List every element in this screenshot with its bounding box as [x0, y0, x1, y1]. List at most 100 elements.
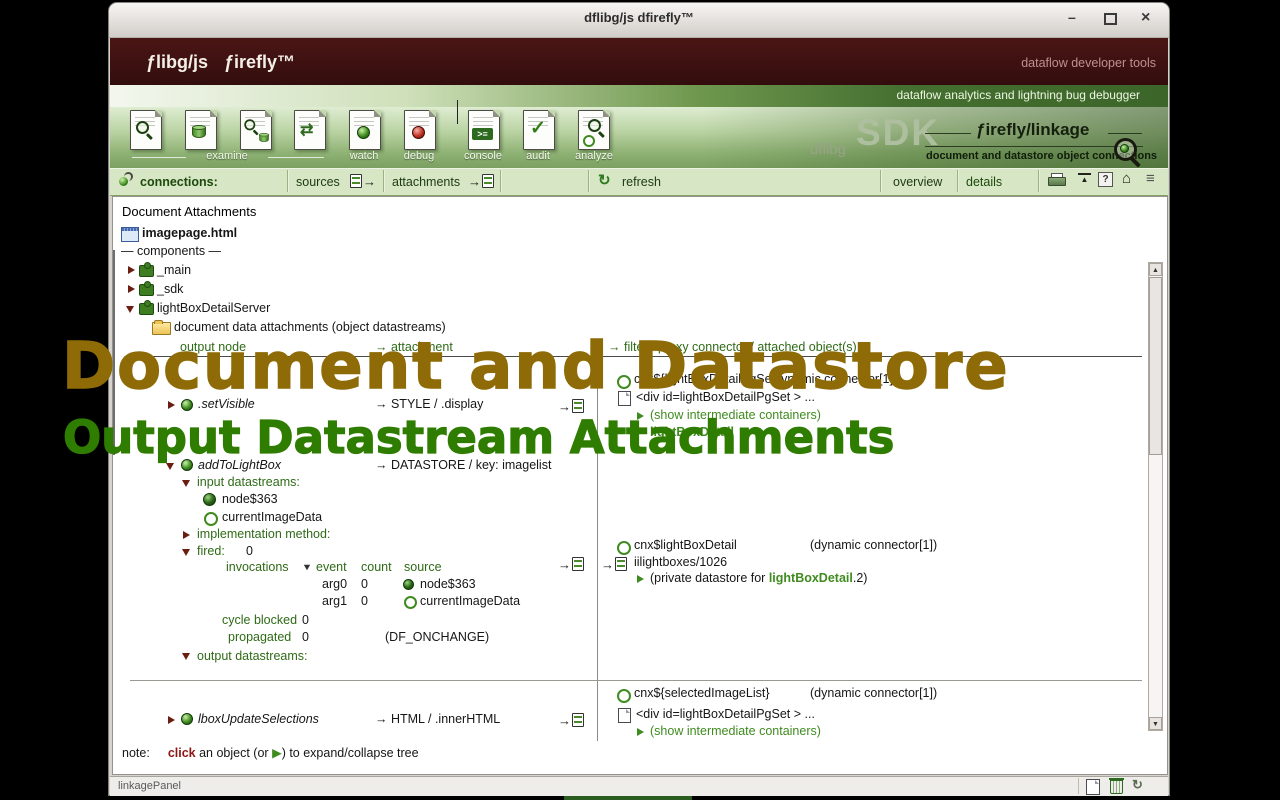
datastore-icon [259, 132, 269, 143]
expand-toggle-icon[interactable] [128, 285, 135, 293]
components-divider: — components — [121, 244, 222, 258]
datastream-currentImageData[interactable]: currentImageData [222, 510, 322, 524]
maximize-button[interactable] [1104, 13, 1117, 25]
page-title: Document Attachments [122, 204, 257, 219]
datastream-node363[interactable]: node$363 [222, 492, 278, 506]
private-name[interactable]: lightBoxDetail [769, 571, 853, 585]
expand-toggle-icon[interactable] [183, 531, 190, 539]
product-rule-right [1108, 133, 1142, 134]
sort-icon[interactable] [303, 564, 311, 571]
connector-name[interactable]: cnx$lightBoxDetail [634, 538, 737, 552]
collapse-toggle-icon[interactable] [182, 480, 190, 487]
scrollbar-thumb[interactable] [1149, 277, 1162, 455]
green-orb-icon [357, 126, 370, 139]
note-mid: an object (or [195, 746, 273, 760]
menubar-separator [588, 170, 589, 192]
note-label: note: [122, 746, 150, 760]
attachment-icon: → [601, 557, 627, 571]
input-datastreams-label[interactable]: input datastreams: [197, 475, 300, 489]
menu-overview[interactable]: overview [893, 175, 942, 189]
node-orb-icon [203, 493, 216, 506]
fired-label[interactable]: fired: [197, 544, 225, 558]
expand-toggle-icon[interactable] [637, 728, 644, 736]
arg0-count: 0 [361, 577, 368, 591]
help-icon[interactable]: ? [1098, 172, 1113, 187]
product-name: ƒirefly/linkage [976, 120, 1090, 139]
propagated-event: (DF_ONCHANGE) [385, 630, 490, 644]
arg1-source[interactable]: currentImageData [420, 594, 520, 608]
connector-ring-icon [404, 596, 417, 609]
print-icon[interactable] [1048, 173, 1066, 186]
propagated-label: propagated [228, 630, 292, 644]
menu-refresh[interactable]: refresh [622, 175, 661, 189]
cycle-blocked-count: 0 [302, 613, 309, 627]
menu-sources[interactable]: sources [296, 175, 340, 189]
output-datastreams-label[interactable]: output datastreams: [197, 649, 307, 663]
product-rule-left [925, 133, 971, 134]
audit-label: audit [526, 150, 550, 162]
refresh-icon[interactable]: ↻ [1132, 777, 1143, 793]
cycle-blocked-label: cycle blocked [222, 613, 298, 627]
expand-toggle-icon[interactable] [168, 716, 175, 724]
vertical-scrollbar[interactable]: ▲ ▼ [1148, 262, 1163, 731]
attachment-icon: → [558, 557, 584, 571]
menu-connections[interactable]: connections: [140, 175, 218, 189]
invocations-label[interactable]: invocations [226, 560, 289, 574]
scroll-down-button[interactable]: ▼ [1149, 717, 1162, 730]
document-file-name[interactable]: imagepage.html [142, 226, 237, 240]
home-icon[interactable]: ⌂ [1122, 170, 1131, 187]
collapse-toggle-icon[interactable] [182, 653, 190, 660]
trash-icon[interactable] [1109, 778, 1124, 794]
output-node-lboxUpdateSelections[interactable]: lboxUpdateSelections [198, 712, 319, 726]
implementation-method-label[interactable]: implementation method: [197, 527, 330, 541]
collapse-all-icon[interactable]: ▲ [1078, 173, 1091, 185]
sync-arrows-icon: ⇄ [300, 122, 314, 139]
tree-node-sdk[interactable]: _sdk [157, 282, 183, 296]
connector-type: (dynamic connector[1]) [810, 686, 938, 700]
firefly-icon [118, 172, 133, 187]
count-column-label: count [361, 560, 392, 574]
datastore-name[interactable]: iilightboxes/1026 [634, 555, 727, 569]
attached-div[interactable]: <div id=lightBoxDetailPgSet > ... [636, 707, 815, 721]
component-puzzle-icon [139, 262, 154, 277]
connector-name[interactable]: cnx${selectedImageList} [634, 686, 770, 700]
tree-node-main[interactable]: _main [157, 263, 191, 277]
collapse-toggle-icon[interactable] [166, 463, 174, 470]
magnifier-icon [588, 119, 605, 136]
new-document-icon[interactable] [1086, 779, 1100, 795]
attachment-lboxUpdateSelections: → HTML / .innerHTML [375, 712, 501, 726]
menu-details[interactable]: details [966, 175, 1002, 189]
sources-icon: → [350, 174, 376, 188]
menubar-separator [287, 170, 288, 192]
note-click-word: click [167, 746, 196, 760]
event-column-label: event [316, 560, 347, 574]
close-button[interactable]: × [1141, 9, 1150, 27]
menu-attachments[interactable]: attachments [392, 175, 460, 189]
desktop: dflibg/js dfirefly™ – × ƒlibg/js ƒirefly… [0, 0, 1280, 800]
magnifier-icon [244, 119, 258, 133]
collapse-toggle-icon[interactable] [182, 549, 190, 556]
collapse-toggle-icon[interactable] [126, 306, 134, 313]
console-label: console [464, 150, 502, 162]
private-datastore-line: (private datastore for lightBoxDetail.2) [650, 571, 867, 585]
html-page-icon [121, 227, 139, 242]
arg1-count: 0 [361, 594, 368, 608]
private-prefix: (private datastore for [650, 571, 769, 585]
arg0-source[interactable]: node$363 [420, 577, 476, 591]
bug-magnifier-icon [1112, 136, 1146, 166]
minimize-button[interactable]: – [1068, 9, 1076, 25]
tree-node-server[interactable]: lightBoxDetailServer [157, 301, 270, 315]
hamburger-menu-icon[interactable]: ≡ [1146, 170, 1155, 187]
show-containers-link[interactable]: (show intermediate containers) [650, 724, 821, 738]
scroll-up-button[interactable]: ▲ [1149, 263, 1162, 276]
refresh-icon[interactable]: ↻ [598, 172, 611, 189]
expand-toggle-icon[interactable] [128, 266, 135, 274]
taskbar-fragment [564, 796, 692, 800]
overlay-title-line2: Output Datastream Attachments [62, 410, 895, 464]
note-line: note: click an object (or ▶) to expand/co… [122, 746, 419, 760]
source-column-label: source [404, 560, 442, 574]
statusbar [110, 776, 1168, 796]
expand-toggle-icon[interactable] [637, 575, 644, 583]
analyze-label: analyze [575, 150, 613, 162]
menubar-separator [500, 170, 501, 192]
